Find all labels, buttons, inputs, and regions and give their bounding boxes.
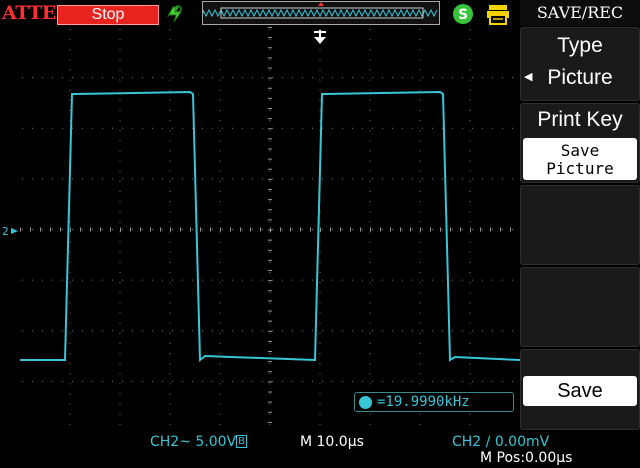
print-key-label: Print Key: [537, 108, 623, 131]
top-status-bar: ATTEN Stop S: [0, 0, 520, 27]
save-picture-option[interactable]: Save Picture: [523, 138, 637, 180]
channel-scale: CH2~ 5.00V B: [150, 434, 248, 450]
print-key-softkey[interactable]: Print Key Save Picture: [520, 103, 640, 183]
save-softkey-frame: Save: [520, 349, 640, 430]
save-picture-line2: Picture: [546, 159, 614, 178]
empty-softkey-3[interactable]: [520, 185, 640, 265]
type-softkey[interactable]: Type ◀ Picture: [520, 27, 640, 101]
channel-2-marker-icon: 2: [2, 222, 20, 241]
frequency-icon: [359, 396, 372, 409]
type-label: Type: [557, 34, 603, 57]
printer-icon: [486, 3, 510, 29]
run-state-icon: [165, 3, 187, 28]
timebase: M 10.0μs: [300, 434, 364, 450]
menu-title: SAVE/REC: [520, 0, 640, 26]
run-stop-status[interactable]: Stop: [57, 5, 159, 25]
svg-text:2: 2: [2, 225, 9, 237]
waveform-display[interactable]: [20, 27, 521, 432]
frequency-value: =19.9990kHz: [377, 394, 470, 410]
trigger-info: CH2 ∕ 0.00mV: [452, 434, 550, 450]
frequency-readout: =19.9990kHz: [354, 392, 514, 412]
save-picture-line1: Save: [560, 141, 600, 160]
svg-text:S: S: [458, 7, 468, 23]
type-value: Picture: [547, 66, 613, 89]
channel-scale-text: CH2~ 5.00V: [150, 434, 237, 450]
trigger-marker-icon: [313, 30, 327, 50]
trigger-position-bar: [202, 1, 440, 25]
save-button[interactable]: Save: [523, 376, 637, 406]
bandwidth-limit-badge: B: [236, 435, 248, 448]
ch2-waveform-trace: [20, 90, 521, 363]
graticule-grid: [20, 27, 513, 425]
horizontal-position: M Pos:0.00μs: [480, 450, 573, 466]
storage-s-icon: S: [452, 3, 474, 29]
bottom-status-bar: CH2~ 5.00V B M 10.0μs CH2 ∕ 0.00mV M Pos:…: [0, 432, 572, 468]
save-label: Save: [557, 380, 603, 402]
empty-softkey-4[interactable]: [520, 267, 640, 347]
